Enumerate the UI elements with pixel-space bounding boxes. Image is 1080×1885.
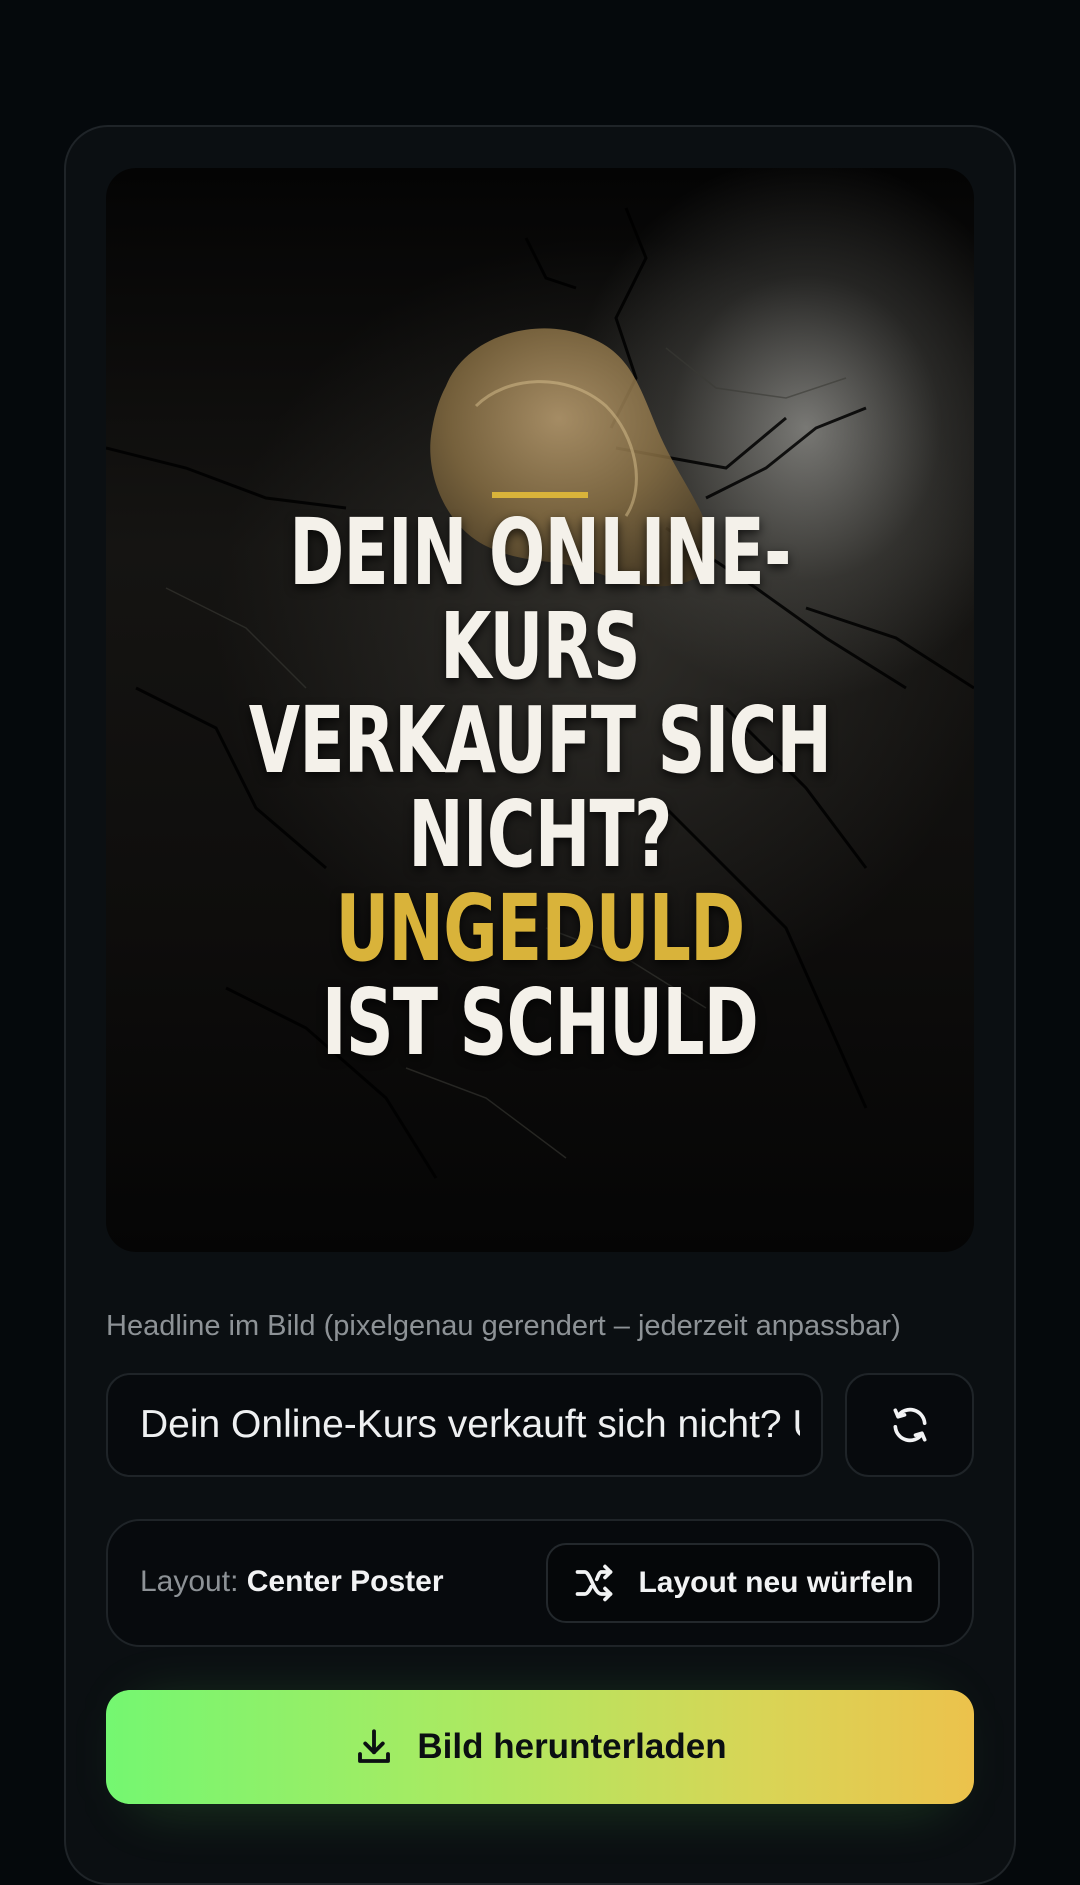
layout-panel: Layout: Center Poster Layout neu würfeln: [106, 1519, 974, 1647]
headline-line-2: VERKAUFT SICH: [248, 687, 832, 794]
shuffle-icon: [576, 1564, 613, 1602]
download-image-button[interactable]: Bild herunterladen: [106, 1690, 974, 1804]
download-icon: [358, 1729, 391, 1763]
poster-headline: DEIN ONLINE-KURS VERKAUFT SICH NICHT? UN…: [228, 506, 853, 1070]
layout-key-label: Layout:: [140, 1565, 239, 1598]
headline-line-3: NICHT? UNGEDULD: [228, 788, 853, 976]
headline-input[interactable]: [140, 1375, 800, 1475]
layout-info: Layout: Center Poster: [140, 1565, 444, 1599]
layout-current-value: Center Poster: [246, 1565, 444, 1598]
headline-accent-line: [492, 492, 588, 498]
headline-field-label: Headline im Bild (pixelgenau gerendert –…: [106, 1310, 901, 1342]
headline-line-1: DEIN ONLINE-KURS: [289, 499, 791, 700]
headline-input-wrapper: [106, 1373, 823, 1477]
refresh-icon: [893, 1407, 926, 1443]
regenerate-headline-button[interactable]: [845, 1373, 974, 1477]
headline-line-3-prefix: NICHT?: [408, 781, 672, 888]
download-label: Bild herunterladen: [417, 1727, 727, 1766]
poster-preview: DEIN ONLINE-KURS VERKAUFT SICH NICHT? UN…: [106, 168, 974, 1252]
shuffle-layout-label: Layout neu würfeln: [638, 1566, 914, 1599]
headline-highlight-word: UNGEDULD: [335, 875, 745, 982]
shuffle-layout-button[interactable]: Layout neu würfeln: [546, 1543, 940, 1623]
headline-line-4: IST SCHULD: [321, 969, 759, 1076]
